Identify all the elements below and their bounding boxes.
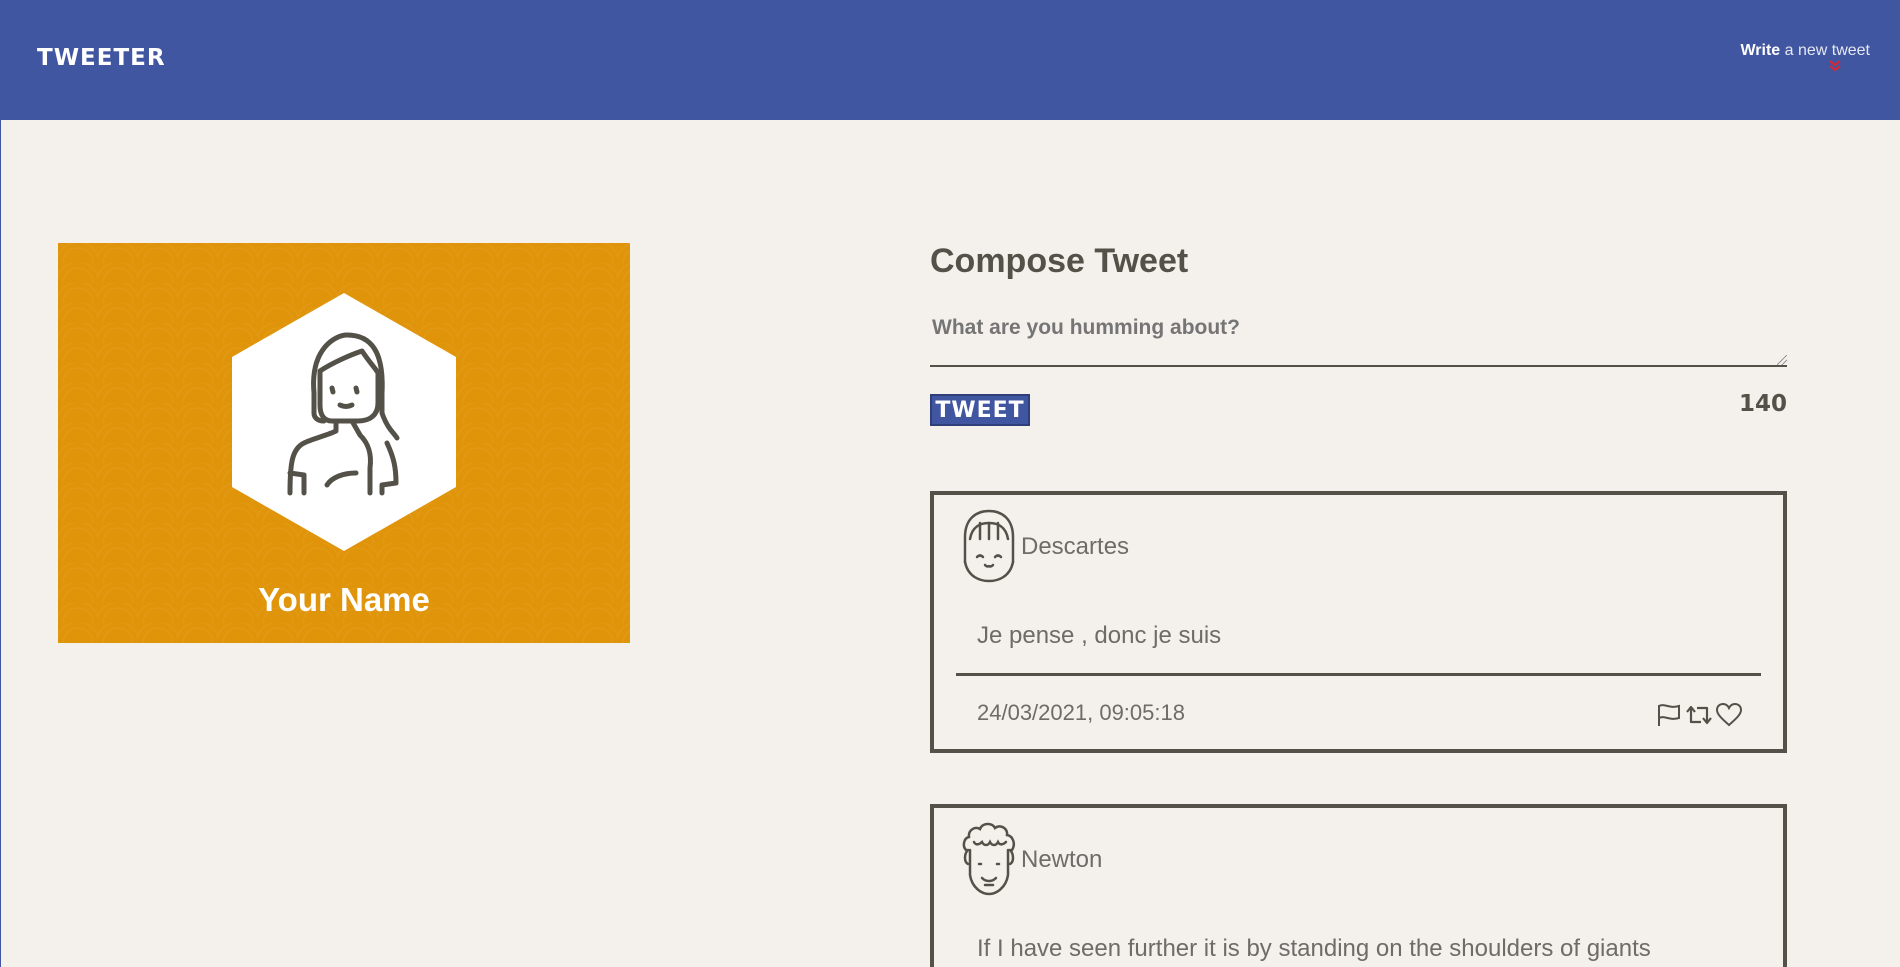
woman-avatar-icon — [232, 293, 456, 551]
compose-title: Compose Tweet — [930, 242, 1189, 280]
tweet-actions — [1655, 702, 1743, 728]
tweet-card: Newton If I have seen further it is by s… — [930, 804, 1787, 967]
write-label-rest: a new tweet — [1780, 42, 1870, 59]
retweet-icon[interactable] — [1685, 702, 1713, 728]
write-label: Write — [1740, 42, 1781, 59]
tweet-button[interactable]: TWEET — [930, 394, 1030, 426]
tweet-author: Newton — [1021, 846, 1103, 873]
tweet-input[interactable] — [930, 310, 1787, 367]
profile-card: Your Name — [58, 243, 630, 643]
character-counter: 140 — [1738, 391, 1787, 417]
tweet-card: Descartes Je pense , donc je suis 24/03/… — [930, 491, 1787, 753]
top-nav: TWEETER Write a new tweet — [1, 0, 1900, 120]
write-new-tweet-toggle[interactable]: Write a new tweet — [1740, 42, 1870, 74]
curly-hair-avatar-icon — [960, 820, 1018, 896]
profile-avatar — [232, 293, 456, 551]
profile-name: Your Name — [258, 581, 430, 618]
tweet-text: If I have seen further it is by standing… — [977, 935, 1651, 962]
tweet-divider — [956, 673, 1761, 676]
tweet-text: Je pense , donc je suis — [977, 622, 1222, 649]
tweet-author: Descartes — [1021, 533, 1130, 560]
double-chevron-down-icon[interactable] — [1740, 60, 1870, 74]
flag-icon[interactable] — [1655, 702, 1683, 728]
heart-icon[interactable] — [1715, 702, 1743, 728]
tweet-date: 24/03/2021, 09:05:18 — [977, 700, 1185, 725]
brand-logo[interactable]: TWEETER — [37, 45, 166, 71]
textarea-resize-handle[interactable] — [1777, 355, 1787, 365]
girl-avatar-icon — [960, 507, 1018, 583]
